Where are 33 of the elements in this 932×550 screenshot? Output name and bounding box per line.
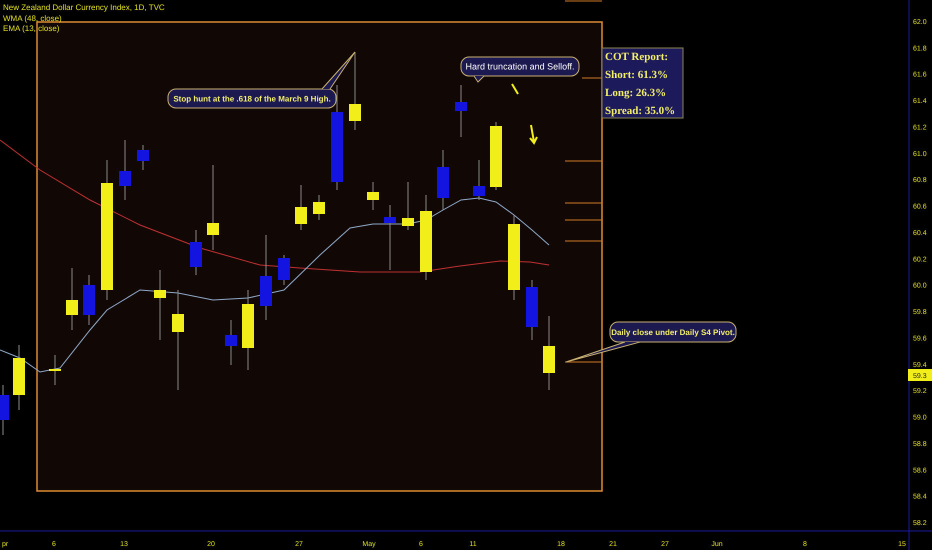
candlestick xyxy=(278,254,290,286)
report-line: COT Report: xyxy=(605,51,668,63)
candlestick xyxy=(190,230,202,276)
chart-title: New Zealand Dollar Currency Index, 1D, TVC xyxy=(3,3,165,12)
candlestick xyxy=(490,122,502,190)
arrow-icon xyxy=(529,124,538,145)
report-line: Spread: 35.0% xyxy=(605,105,676,117)
report-line: Long: 26.3% xyxy=(605,87,666,99)
callout-text: Stop hunt at the .618 of the March 9 High. xyxy=(173,94,331,104)
candlestick xyxy=(402,182,414,230)
candlestick xyxy=(225,320,237,366)
candlestick xyxy=(119,140,131,200)
indicator-label: EMA (13, close) xyxy=(3,24,60,33)
candlestick xyxy=(367,182,379,210)
callout-text: Daily close under Daily S4 Pivot. xyxy=(611,328,735,337)
candlestick xyxy=(295,184,307,230)
candlestick xyxy=(455,84,467,138)
report-line: Short: 61.3% xyxy=(605,69,668,81)
candlestick xyxy=(0,384,9,436)
candlestick xyxy=(49,354,61,386)
candlestick xyxy=(526,280,538,340)
indicator-label: WMA (48, close) xyxy=(3,14,62,23)
candlestick xyxy=(313,194,325,220)
candlestick xyxy=(437,150,449,210)
candlestick xyxy=(13,344,25,410)
candlestick xyxy=(384,204,396,270)
candlestick xyxy=(154,270,166,340)
candlestick xyxy=(137,144,149,170)
candlestick xyxy=(66,268,78,330)
callout-text: Hard truncation and Selloff. xyxy=(466,62,574,72)
current-price-marker xyxy=(908,369,932,381)
candlestick xyxy=(473,160,485,200)
candlestick xyxy=(83,274,95,326)
